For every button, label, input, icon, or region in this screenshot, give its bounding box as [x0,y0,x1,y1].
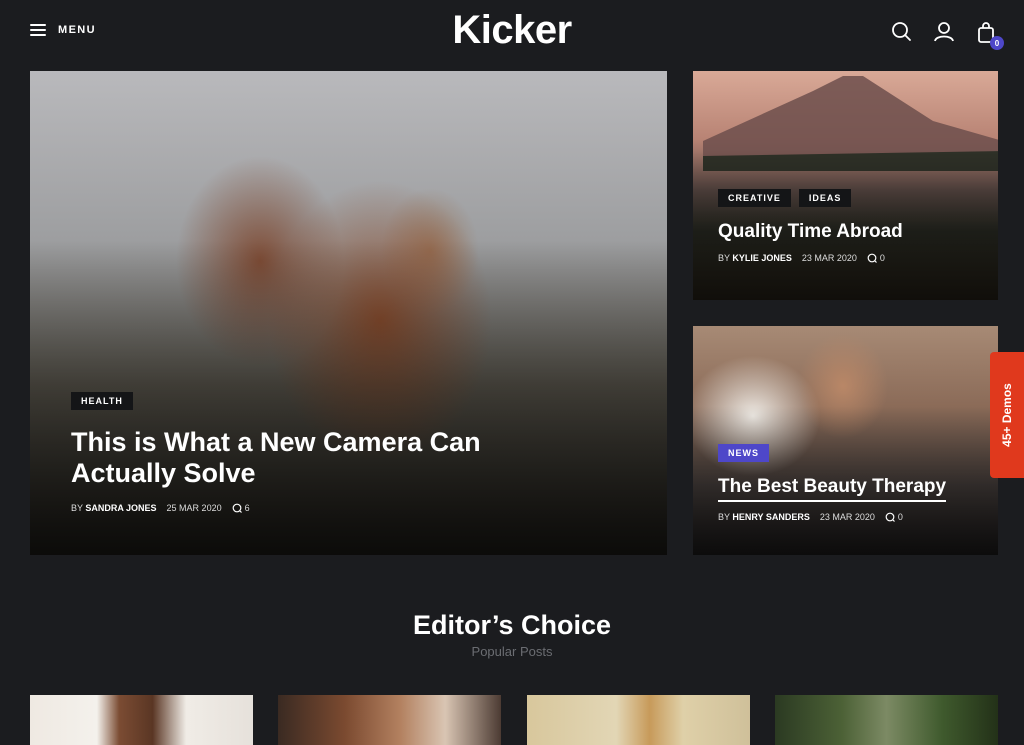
post-meta: BY HENRY SANDERS 23 MAR 2020 0 [718,512,998,522]
popular-post-thumbnail[interactable] [775,695,998,745]
featured-post-side-top[interactable]: CREATIVE IDEAS Quality Time Abroad BY KY… [693,71,998,300]
comment-icon [867,253,877,263]
post-title[interactable]: Quality Time Abroad [718,221,998,243]
post-date: 25 MAR 2020 [166,503,222,514]
user-icon[interactable] [932,20,956,44]
post-author: BY HENRY SANDERS [718,512,810,522]
comment-count: 0 [897,511,903,522]
post-tags: CREATIVE IDEAS [718,189,998,207]
post-content: CREATIVE IDEAS Quality Time Abroad BY KY… [718,189,998,263]
post-tags: NEWS [718,444,998,462]
section-title: Editor’s Choice [412,610,612,640]
tag-health[interactable]: HEALTH [71,392,133,410]
demos-tab-label: 45+ Demos [1000,383,1015,447]
post-tags: HEALTH [71,392,667,410]
post-content: HEALTH This is What a New Camera Can Act… [71,392,667,513]
author-name[interactable]: KYLIE JONES [732,253,792,263]
by-prefix: BY [71,503,83,514]
demos-tab[interactable]: 45+ Demos [990,352,1024,478]
author-name[interactable]: SANDRA JONES [85,503,156,513]
post-date: 23 MAR 2020 [801,252,857,263]
comment-icon [232,503,242,514]
comment-count: 6 [244,503,250,514]
post-content: NEWS The Best Beauty Therapy BY HENRY SA… [718,444,998,522]
featured-post-main[interactable]: HEALTH This is What a New Camera Can Act… [30,71,667,555]
site-header: MENU Kicker 0 [0,0,1024,66]
image-overlay [693,71,998,300]
comments-link[interactable]: 0 [885,512,903,522]
tag-ideas[interactable]: IDEAS [798,189,852,207]
popular-post-thumbnail[interactable] [527,695,750,745]
site-logo[interactable]: Kicker [0,8,1024,53]
cart-count-badge: 0 [990,36,1004,50]
post-meta: BY SANDRA JONES 25 MAR 2020 6 [71,503,667,513]
comments-link[interactable]: 6 [232,503,250,513]
post-date: 23 MAR 2020 [819,511,875,522]
author-name[interactable]: HENRY SANDERS [732,512,810,522]
tag-creative[interactable]: CREATIVE [718,189,791,207]
post-meta: BY KYLIE JONES 23 MAR 2020 0 [718,253,998,263]
by-prefix: BY [718,252,730,263]
post-author: BY SANDRA JONES [71,503,157,513]
comment-icon [885,512,895,522]
post-title[interactable]: The Best Beauty Therapy [718,476,947,502]
post-author: BY KYLIE JONES [718,253,792,263]
bag-icon[interactable]: 0 [974,20,1004,50]
post-title[interactable]: This is What a New Camera Can Actually S… [71,427,491,489]
popular-post-thumbnail[interactable] [278,695,501,745]
header-icons: 0 [890,20,1004,50]
section-subtitle: Popular Posts [471,644,553,659]
comments-link[interactable]: 0 [867,253,885,263]
featured-post-side-bottom[interactable]: NEWS The Best Beauty Therapy BY HENRY SA… [693,326,998,555]
search-icon[interactable] [890,20,914,44]
by-prefix: BY [718,511,730,522]
popular-post-thumbnail[interactable] [30,695,253,745]
comment-count: 0 [879,252,885,263]
tag-news[interactable]: NEWS [718,444,769,462]
